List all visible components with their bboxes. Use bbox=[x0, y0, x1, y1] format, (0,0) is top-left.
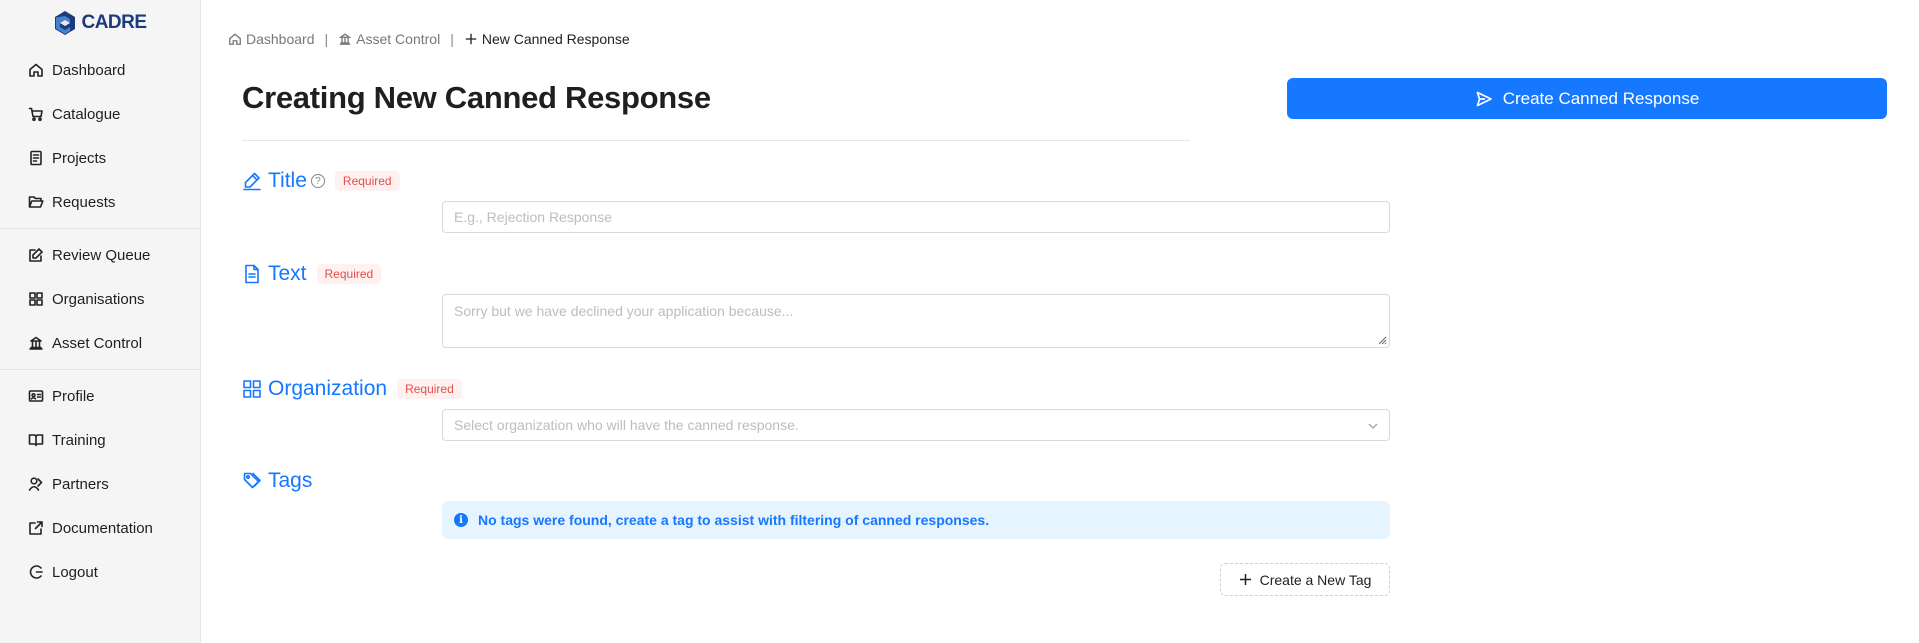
book-icon bbox=[28, 432, 44, 448]
sidebar-item-organisations[interactable]: Organisations bbox=[0, 277, 200, 321]
user-switch-icon bbox=[28, 476, 44, 492]
plus-icon bbox=[1239, 574, 1251, 585]
external-link-icon bbox=[28, 520, 44, 536]
tags-field-label: Tags bbox=[242, 469, 312, 493]
sidebar-item-partners[interactable]: Partners bbox=[0, 462, 200, 506]
create-new-tag-button[interactable]: Create a New Tag bbox=[1220, 563, 1390, 596]
nav-group-main: Dashboard Catalogue Projects Requests bbox=[0, 44, 200, 228]
title-field-label: Title ? Required bbox=[242, 169, 400, 193]
home-icon bbox=[28, 62, 44, 78]
tags-label: Tags bbox=[268, 469, 313, 492]
sidebar-item-requests[interactable]: Requests bbox=[0, 180, 200, 224]
required-badge: Required bbox=[316, 264, 382, 284]
folder-open-icon bbox=[28, 194, 44, 210]
breadcrumb-separator: | bbox=[450, 31, 454, 47]
sidebar-item-review-queue[interactable]: Review Queue bbox=[0, 233, 200, 277]
text-label: Text bbox=[268, 262, 307, 285]
cadre-logo-icon bbox=[55, 11, 76, 35]
edit-square-icon bbox=[28, 247, 44, 263]
tags-icon bbox=[242, 471, 262, 491]
cart-icon bbox=[28, 106, 44, 122]
document-icon bbox=[28, 150, 44, 166]
text-textarea-placeholder: Sorry but we have declined your applicat… bbox=[454, 303, 794, 319]
logo-text: CADRE bbox=[81, 12, 147, 33]
logout-icon bbox=[28, 564, 44, 580]
home-icon bbox=[229, 33, 241, 45]
sidebar-item-documentation[interactable]: Documentation bbox=[0, 506, 200, 550]
nav-group-account: Profile Training Partners Documentation … bbox=[0, 369, 200, 598]
resize-grip-icon[interactable] bbox=[1377, 335, 1387, 345]
required-badge: Required bbox=[334, 171, 400, 191]
breadcrumb-label: New Canned Response bbox=[481, 31, 630, 47]
text-field-label: Text Required bbox=[242, 262, 382, 286]
breadcrumb-dashboard[interactable]: Dashboard bbox=[228, 31, 315, 47]
page-title: Creating New Canned Response bbox=[242, 80, 711, 115]
sidebar-item-label: Training bbox=[52, 431, 106, 449]
sidebar-item-label: Partners bbox=[52, 475, 109, 493]
sidebar-item-label: Requests bbox=[52, 193, 116, 211]
title-divider bbox=[242, 140, 1190, 141]
breadcrumb-label: Asset Control bbox=[356, 31, 441, 47]
sidebar-item-label: Dashboard bbox=[52, 61, 126, 79]
question-circle-icon[interactable]: ? bbox=[310, 174, 325, 188]
create-canned-response-button[interactable]: Create Canned Response bbox=[1287, 78, 1887, 119]
plus-icon bbox=[465, 33, 477, 45]
sidebar-item-logout[interactable]: Logout bbox=[0, 550, 200, 594]
sidebar-item-asset-control[interactable]: Asset Control bbox=[0, 321, 200, 365]
sidebar: CADRE Dashboard Catalogue Projects Reque… bbox=[0, 0, 201, 643]
sidebar-item-training[interactable]: Training bbox=[0, 418, 200, 462]
bank-icon bbox=[28, 335, 44, 351]
send-icon bbox=[1476, 91, 1492, 106]
sidebar-item-label: Profile bbox=[52, 387, 95, 405]
organization-field-label: Organization Required bbox=[242, 377, 462, 401]
main-content: Dashboard | Asset Control | New Canned R… bbox=[201, 0, 1919, 643]
file-text-icon bbox=[242, 264, 262, 284]
no-tags-alert: i No tags were found, create a tag to as… bbox=[442, 501, 1390, 539]
sidebar-item-label: Asset Control bbox=[52, 334, 143, 352]
breadcrumb-label: Dashboard bbox=[246, 31, 315, 47]
title-input[interactable]: E.g., Rejection Response bbox=[442, 201, 1390, 233]
idcard-icon bbox=[28, 388, 44, 404]
sidebar-item-dashboard[interactable]: Dashboard bbox=[0, 48, 200, 92]
create-tag-label: Create a New Tag bbox=[1259, 571, 1372, 588]
organization-select-placeholder: Select organization who will have the ca… bbox=[454, 417, 799, 433]
signature-icon bbox=[242, 171, 262, 191]
breadcrumb: Dashboard | Asset Control | New Canned R… bbox=[228, 31, 630, 47]
sidebar-item-catalogue[interactable]: Catalogue bbox=[0, 92, 200, 136]
sidebar-item-projects[interactable]: Projects bbox=[0, 136, 200, 180]
sidebar-item-label: Logout bbox=[52, 563, 98, 581]
title-label: Title bbox=[268, 169, 307, 192]
breadcrumb-separator: | bbox=[324, 31, 329, 47]
text-textarea[interactable]: Sorry but we have declined your applicat… bbox=[442, 294, 1390, 348]
chevron-down-icon bbox=[1367, 419, 1379, 431]
sidebar-item-label: Projects bbox=[52, 149, 107, 167]
sidebar-item-label: Catalogue bbox=[52, 105, 121, 123]
sidebar-item-label: Documentation bbox=[52, 519, 153, 537]
logo[interactable]: CADRE bbox=[0, 0, 200, 44]
appstore-icon bbox=[242, 379, 262, 399]
grid-icon bbox=[28, 291, 44, 307]
create-button-label: Create Canned Response bbox=[1502, 88, 1700, 108]
sidebar-item-label: Organisations bbox=[52, 290, 145, 308]
app-root: CADRE Dashboard Catalogue Projects Reque… bbox=[0, 0, 1919, 643]
sidebar-item-label: Review Queue bbox=[52, 246, 151, 264]
required-badge: Required bbox=[397, 379, 462, 399]
organization-label: Organization bbox=[268, 377, 388, 400]
sidebar-item-profile[interactable]: Profile bbox=[0, 374, 200, 418]
nav-group-admin: Review Queue Organisations Asset Control bbox=[0, 228, 200, 369]
breadcrumb-current: New Canned Response bbox=[464, 31, 630, 47]
bank-icon bbox=[338, 33, 352, 45]
info-circle-icon: i bbox=[454, 513, 468, 527]
breadcrumb-asset-control[interactable]: Asset Control bbox=[338, 31, 440, 47]
no-tags-message: No tags were found, create a tag to assi… bbox=[478, 512, 990, 528]
title-input-placeholder: E.g., Rejection Response bbox=[454, 209, 612, 225]
organization-select[interactable]: Select organization who will have the ca… bbox=[442, 409, 1390, 441]
